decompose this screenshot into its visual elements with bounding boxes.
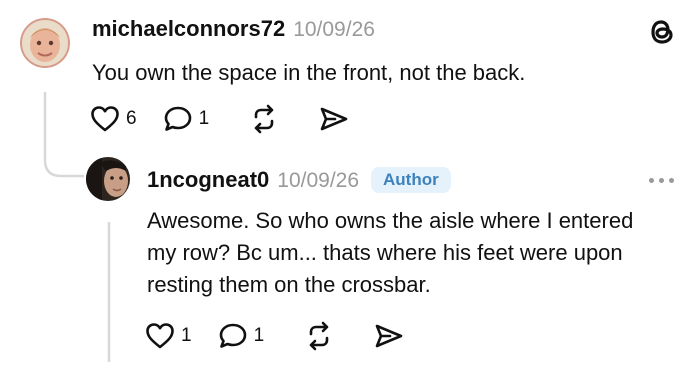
post-text-line: Awesome. So who owns the aisle where I e… [147,208,634,233]
username[interactable]: michaelconnors72 [92,16,285,42]
reply-button[interactable]: 1 [218,322,265,350]
send-icon [375,324,403,348]
share-button[interactable] [374,322,404,350]
like-button[interactable]: 6 [90,105,137,133]
post-text-line: my row? Bc um... thats where his feet we… [147,240,623,265]
reply-count: 1 [253,325,265,346]
post-text: Awesome. So who owns the aisle where I e… [147,205,633,301]
repost-button[interactable] [249,104,279,134]
heart-icon [146,323,174,349]
reply-post-header: 1ncogneat0 10/09/26 Author [147,167,451,195]
avatar[interactable] [20,18,70,68]
like-count: 1 [181,325,192,346]
like-count: 6 [126,108,137,129]
parent-post-header: michaelconnors72 10/09/26 [92,16,375,42]
username[interactable]: 1ncogneat0 [147,167,269,193]
repost-icon [309,321,329,351]
post-date: 10/09/26 [293,18,375,41]
post-text: You own the space in the front, not the … [92,60,526,85]
reply-post-actions: 1 1 [145,321,430,351]
more-options-icon[interactable] [649,178,674,183]
post-date: 10/09/26 [277,169,360,192]
parent-post-actions: 6 1 [90,104,375,134]
avatar[interactable] [86,157,130,201]
repost-button[interactable] [304,321,334,351]
post-text-line: resting them on the crossbar. [147,272,431,297]
like-button[interactable]: 1 [145,322,192,350]
reply-count: 1 [198,108,210,129]
comment-icon [164,106,191,131]
share-button[interactable] [319,105,349,133]
author-badge: Author [371,167,451,193]
send-icon [320,107,348,131]
threads-logo-icon[interactable] [647,16,677,53]
comment-icon [219,323,246,348]
heart-icon [91,106,119,132]
reply-button[interactable]: 1 [163,105,210,133]
repost-icon [254,104,274,134]
